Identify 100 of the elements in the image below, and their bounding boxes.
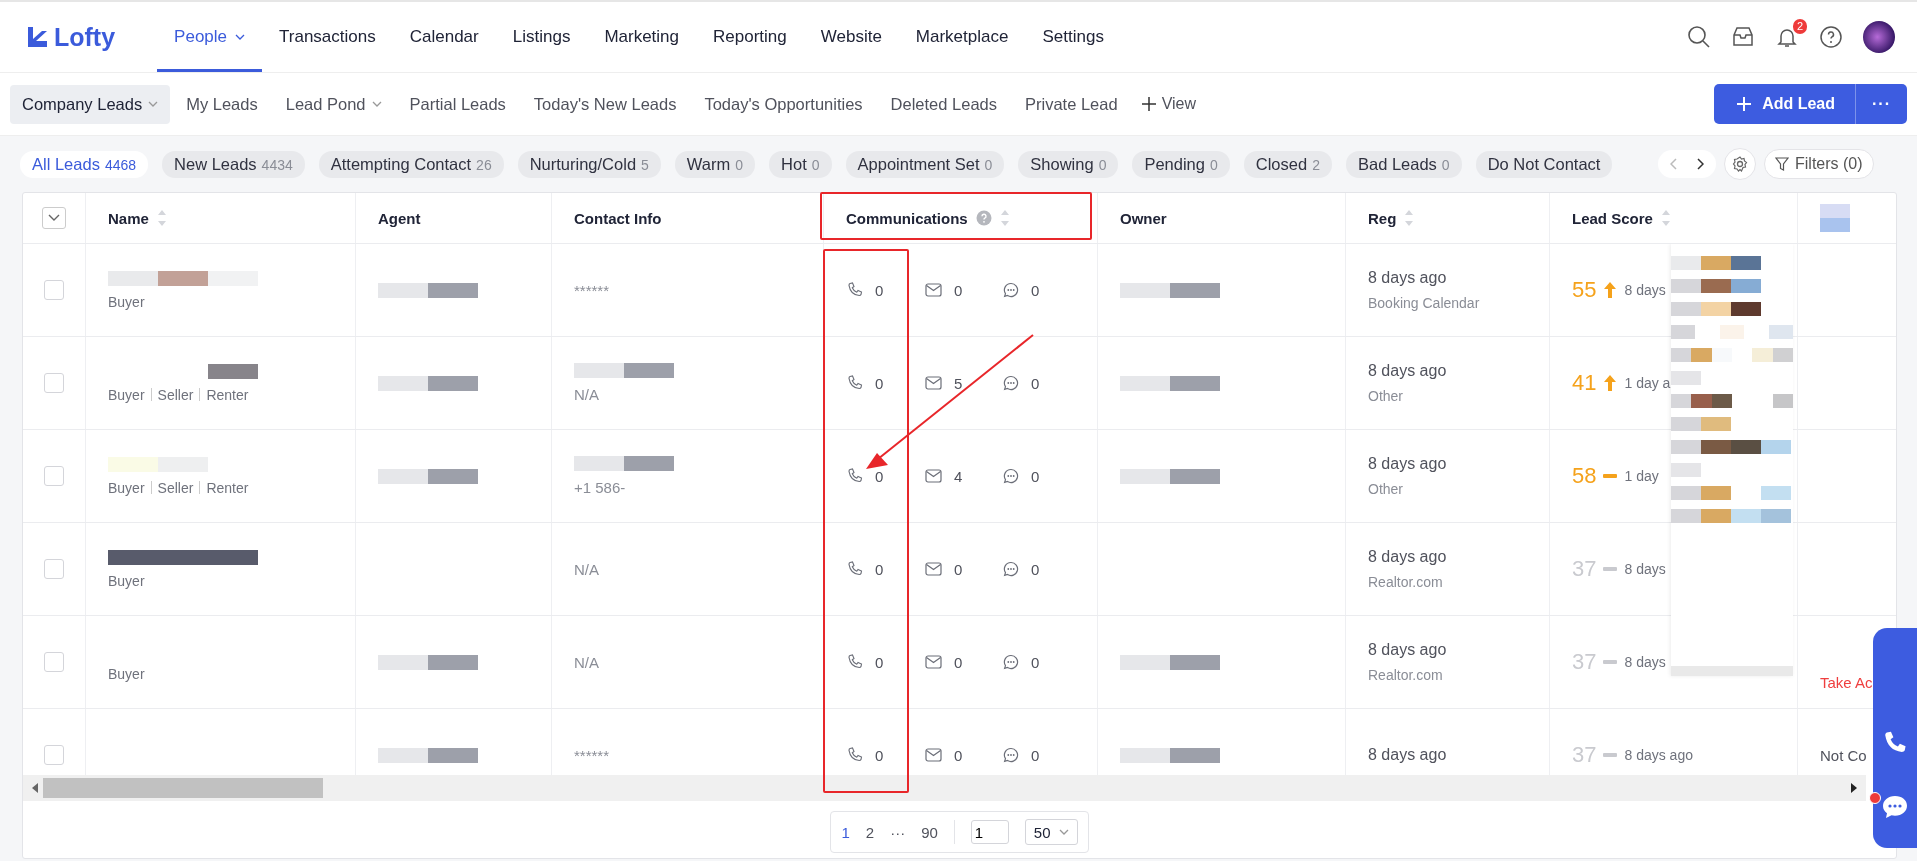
redacted-block — [108, 549, 158, 565]
contact-info: ****** — [574, 281, 610, 299]
page-link[interactable]: 90 — [921, 823, 938, 841]
chat-icon[interactable] — [1003, 375, 1019, 391]
email-count: 0 — [954, 746, 963, 764]
page-input[interactable]: 1 — [970, 820, 1009, 844]
nav-tab[interactable]: Settings — [1025, 2, 1121, 72]
logo[interactable]: Lofty — [26, 22, 116, 52]
nav-tab[interactable]: Calendar — [392, 2, 496, 72]
email-icon[interactable] — [925, 562, 942, 576]
lead-type: Renter — [206, 479, 249, 496]
contact-info: N/A — [574, 653, 599, 671]
lead-tab[interactable]: Private Lead — [1013, 84, 1130, 124]
lead-tab[interactable]: Lead Pond — [273, 84, 394, 124]
filter-chip[interactable]: Bad Leads 0 — [1345, 150, 1462, 178]
help-icon[interactable] — [1819, 25, 1843, 49]
nav-tab[interactable]: Marketing — [587, 2, 696, 72]
phone-icon[interactable] — [847, 654, 863, 670]
lead-tab[interactable]: Company Leads — [10, 84, 171, 124]
chat-icon[interactable] — [1003, 654, 1019, 670]
column-header: Contact Info — [574, 209, 662, 227]
phone-icon[interactable] — [847, 375, 863, 391]
call-count: 0 — [875, 467, 884, 485]
filter-chip[interactable]: Closed 2 — [1243, 150, 1332, 178]
filter-chip[interactable]: Showing 0 — [1018, 150, 1119, 178]
inbox-icon[interactable] — [1731, 25, 1755, 49]
row-checkbox[interactable] — [44, 652, 64, 672]
lead-source: Other — [1368, 481, 1403, 497]
settings-button[interactable] — [1724, 148, 1756, 180]
column-header: Communications — [846, 209, 968, 227]
redacted-block — [1820, 204, 1850, 232]
add-lead-button[interactable]: Add Lead — [1714, 84, 1855, 124]
nav-tab[interactable]: Website — [803, 2, 899, 72]
logo-icon — [26, 25, 48, 49]
chevron-icon — [48, 214, 60, 222]
call-count: 0 — [875, 746, 884, 764]
column-header: Owner — [1120, 209, 1167, 227]
registered-time: 8 days ago — [1368, 641, 1447, 659]
page-size-select[interactable]: 50 — [1024, 819, 1078, 845]
filter-chip[interactable]: Pending 0 — [1132, 150, 1230, 178]
contact-info: +1 586- — [574, 479, 626, 496]
lead-tab[interactable]: My Leads — [174, 84, 270, 124]
phone-icon[interactable] — [847, 282, 863, 298]
last-activity: 8 days — [1624, 282, 1666, 298]
nav-tab[interactable]: Transactions — [262, 2, 393, 72]
row-checkbox[interactable] — [44, 559, 64, 579]
scroll-right-icon[interactable] — [1850, 783, 1858, 793]
email-count: 0 — [954, 560, 963, 578]
filter-chip[interactable]: New Leads 4434 — [162, 150, 305, 178]
page-link[interactable]: ··· — [890, 823, 906, 841]
filter-chip[interactable]: Hot 0 — [769, 150, 832, 178]
filter-chip[interactable]: Do Not Contact — [1475, 150, 1613, 178]
row-checkbox[interactable] — [44, 466, 64, 486]
phone-icon[interactable] — [847, 561, 863, 577]
registered-time: 8 days ago — [1368, 362, 1447, 380]
search-icon[interactable] — [1687, 25, 1711, 49]
add-view-button[interactable]: View — [1133, 87, 1205, 121]
nav-tab[interactable]: Listings — [495, 2, 588, 72]
chat-icon[interactable] — [1881, 794, 1909, 820]
row-checkbox[interactable] — [44, 373, 64, 393]
row-checkbox[interactable] — [44, 745, 64, 765]
nav-tab[interactable]: Marketplace — [898, 2, 1026, 72]
last-activity: 8 days ago — [1624, 747, 1693, 763]
email-icon[interactable] — [925, 748, 942, 762]
chat-icon[interactable] — [1003, 561, 1019, 577]
nav-tab[interactable]: Reporting — [696, 2, 804, 72]
contact-info: N/A — [574, 560, 599, 578]
call-count: 0 — [875, 560, 884, 578]
lead-tab[interactable]: Partial Leads — [397, 84, 518, 124]
filter-chip[interactable]: Appointment Set 0 — [845, 150, 1005, 178]
email-icon[interactable] — [925, 655, 942, 669]
lead-source: Other — [1368, 388, 1403, 404]
email-icon[interactable] — [925, 376, 942, 390]
lead-tab[interactable]: Today's New Leads — [521, 84, 689, 124]
chat-icon[interactable] — [1003, 282, 1019, 298]
column-header: Lead Score — [1572, 209, 1653, 227]
phone-icon[interactable] — [847, 747, 863, 763]
filters-button[interactable]: Filters (0) — [1764, 149, 1874, 179]
row-checkbox[interactable] — [44, 280, 64, 300]
page-link[interactable]: 1 — [841, 823, 850, 841]
email-icon[interactable] — [925, 283, 942, 297]
page-link[interactable]: 2 — [865, 823, 875, 841]
more-button[interactable]: ··· — [1855, 84, 1907, 124]
chat-icon[interactable] — [1003, 747, 1019, 763]
lead-type: Buyer — [108, 479, 145, 496]
filter-chip[interactable]: Nurturing/Cold 5 — [517, 150, 661, 178]
scroll-left-icon[interactable] — [31, 783, 39, 793]
lead-tab[interactable]: Deleted Leads — [878, 84, 1009, 124]
settings-icon — [1732, 156, 1748, 172]
lead-tab[interactable]: Today's Opportunities — [692, 84, 875, 124]
filter-chip[interactable]: Warm 0 — [674, 150, 756, 178]
lead-source: Realtor.com — [1368, 574, 1443, 590]
avatar[interactable] — [1863, 21, 1895, 53]
phone-icon[interactable] — [847, 468, 863, 484]
chat-icon[interactable] — [1003, 468, 1019, 484]
filter-chip[interactable]: All Leads 4468 — [20, 150, 149, 178]
horizontal-scrollbar[interactable] — [23, 775, 1866, 801]
email-icon[interactable] — [925, 469, 942, 483]
filter-chip[interactable]: Attempting Contact 26 — [318, 150, 504, 178]
lead-type: Buyer — [108, 572, 145, 589]
